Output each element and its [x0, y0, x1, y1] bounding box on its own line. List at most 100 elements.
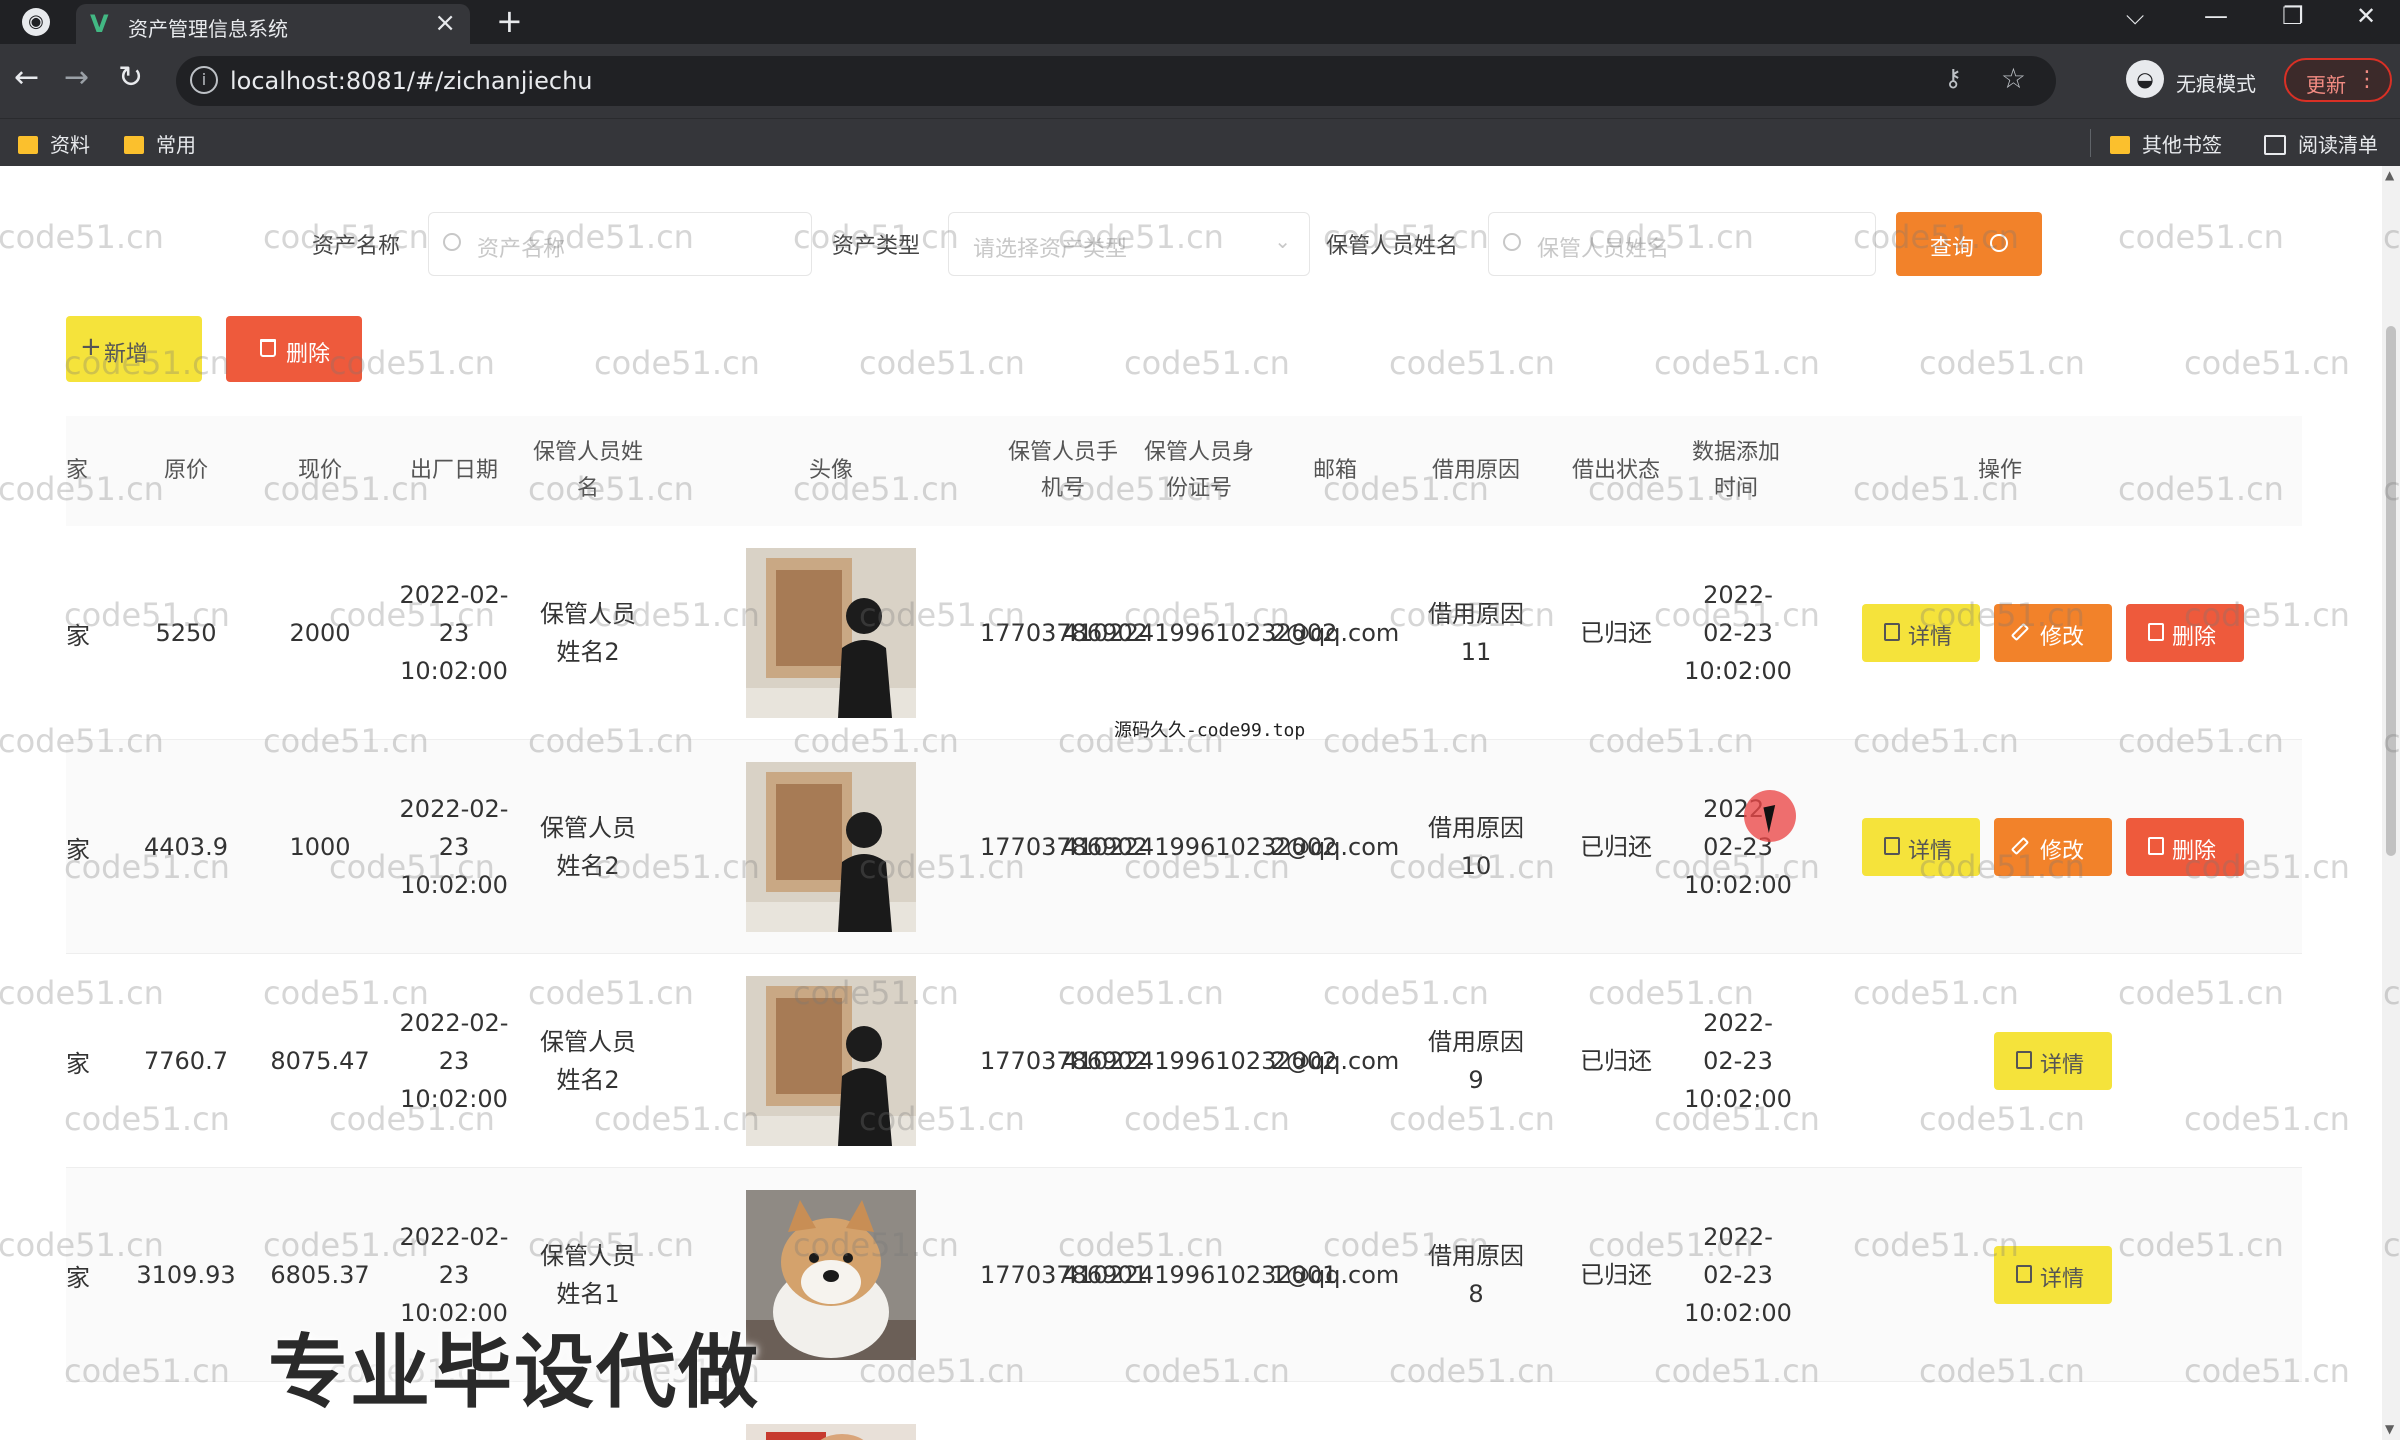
bookmark-star-icon[interactable]: ☆ [2001, 62, 2026, 95]
avatar-image[interactable] [746, 762, 916, 932]
bookmark-label: 常用 [156, 133, 196, 157]
cell-current-price: 1000 [289, 833, 351, 861]
cell-factory: 家 [66, 621, 90, 650]
reading-list[interactable]: 阅读清单 [2264, 129, 2378, 158]
bookmark-other[interactable]: 其他书签 [2110, 129, 2222, 158]
tab-close-icon[interactable]: × [434, 8, 456, 38]
person-photo [746, 976, 916, 1146]
add-button[interactable]: + 新增 [66, 316, 202, 382]
header-keeper-name: 保管人员姓名 [532, 440, 643, 501]
key-icon[interactable]: ⚷ [1944, 64, 1962, 92]
watermark-text: code51.cn [2118, 218, 2284, 256]
avatar-image[interactable] [746, 1424, 916, 1440]
tab-title: 资产管理信息系统 [128, 17, 288, 41]
cell-added-time: 2022-02-23 10:02:00 [1684, 795, 1792, 899]
detail-button[interactable]: 详情 [1862, 818, 1980, 876]
avatar-image[interactable] [746, 548, 916, 718]
bookmark-label: 阅读清单 [2298, 133, 2378, 157]
cell-borrow-reason: 借用原因10 [1428, 814, 1524, 880]
scroll-up-icon[interactable]: ▲ [2385, 168, 2394, 182]
cell-keeper-id: 410224199610232002 [1062, 1047, 1338, 1075]
trash-icon [2148, 623, 2164, 641]
minimize-icon[interactable]: — [2204, 2, 2228, 30]
avatar-image[interactable] [746, 976, 916, 1146]
edit-button[interactable]: 修改 [1994, 818, 2112, 876]
watermark-text: code51.cn [2184, 344, 2350, 382]
search-icon [1503, 233, 1521, 251]
incognito-icon: ◒ [2126, 60, 2164, 98]
new-tab-icon[interactable]: + [496, 2, 523, 40]
cell-keeper-name: 保管人员姓名2 [540, 600, 636, 666]
back-icon[interactable]: ← [14, 60, 39, 95]
header-borrow-reason: 借用原因 [1431, 458, 1520, 483]
forward-icon[interactable]: → [64, 60, 89, 95]
cell-keeper-id: 410224199610232001 [1062, 1261, 1338, 1289]
detail-label: 详情 [2040, 1267, 2085, 1292]
doc-icon [2016, 1051, 2032, 1069]
scroll-thumb[interactable] [2386, 326, 2396, 856]
restore-icon[interactable]: ❐ [2282, 2, 2304, 30]
cell-borrow-status: 已归还 [1580, 619, 1652, 647]
delete-button[interactable]: 删除 [2126, 604, 2244, 662]
reload-icon[interactable]: ↻ [118, 60, 143, 95]
url-text[interactable]: localhost:8081/#/zichanjiechu [230, 67, 592, 95]
asset-type-label: 资产类型 [832, 234, 921, 259]
browser-tab[interactable]: V 资产管理信息系统 × [76, 4, 470, 44]
update-label: 更新 [2306, 73, 2346, 97]
cell-factory: 家 [66, 1049, 90, 1078]
header-avatar: 头像 [808, 458, 853, 483]
browser-tab-bar: ◉ V 资产管理信息系统 × + ⌵ — ❐ ✕ [0, 0, 2400, 44]
keeper-name-label: 保管人员姓名 [1326, 234, 1459, 259]
browser-menu-icon[interactable]: ◉ [22, 8, 50, 36]
keeper-name-input[interactable]: 保管人员姓名 [1488, 212, 1876, 276]
bookmark-folder-ziliao[interactable]: 资料 [18, 129, 90, 158]
tab-search-chevron-icon[interactable]: ⌵ [2126, 2, 2144, 30]
detail-button[interactable]: 详情 [1994, 1032, 2112, 1090]
delete-button[interactable]: 删除 [2126, 818, 2244, 876]
person-photo [746, 762, 916, 932]
plus-icon: + [80, 332, 102, 362]
cell-email: 2@qq.com [1270, 1047, 1400, 1075]
watermark-text: code51.cn [1919, 344, 2085, 382]
detail-label: 详情 [1908, 839, 1953, 864]
edit-button[interactable]: 修改 [1994, 604, 2112, 662]
cell-original-price: 7760.7 [144, 1047, 228, 1075]
cell-borrow-status: 已归还 [1580, 1261, 1652, 1289]
asset-type-select[interactable]: 请选择资产类型 ⌄ [948, 212, 1310, 276]
bookmarks-bar: 资料 常用 其他书签 阅读清单 [0, 118, 2400, 166]
pencil-icon [2010, 836, 2030, 856]
header-factory: 家 [66, 458, 89, 483]
reading-list-icon [2264, 135, 2286, 155]
table-header: 家 原价 现价 出厂日期 保管人员姓名 头像 保管人员手机号 保管人员身份证号 … [66, 416, 2302, 526]
page-scrollbar[interactable]: ▲ ▼ [2382, 166, 2400, 1440]
detail-button[interactable]: 详情 [1862, 604, 1980, 662]
site-info-icon[interactable]: i [190, 66, 218, 94]
cell-original-price: 3109.93 [136, 1261, 236, 1289]
query-button[interactable]: 查询 [1896, 212, 2042, 276]
page-content: 资产名称 资产名称 资产类型 请选择资产类型 ⌄ 保管人员姓名 保管人员姓名 查… [0, 166, 2400, 1440]
batch-delete-button[interactable]: 删除 [226, 316, 362, 382]
cell-original-price: 5250 [155, 619, 217, 647]
watermark-text: code51.cn [1654, 344, 1820, 382]
update-button[interactable]: 更新 ⋮ [2284, 58, 2392, 102]
asset-name-label: 资产名称 [312, 234, 401, 259]
header-keeper-id: 保管人员身份证号 [1144, 440, 1255, 501]
cell-borrow-status: 已归还 [1580, 1047, 1652, 1075]
video-subtitle: 源码久久-code99.top [1114, 720, 1306, 741]
incognito-label: 无痕模式 [2176, 72, 2256, 96]
more-vert-icon: ⋮ [2356, 67, 2378, 92]
bookmark-folder-changyong[interactable]: 常用 [124, 129, 196, 158]
watermark-text: code51.cn [859, 344, 1025, 382]
asset-name-input[interactable]: 资产名称 [428, 212, 812, 276]
table-row: 家 4403.9 1000 2022-02-23 10:02:00 保管人员姓名… [66, 740, 2302, 954]
delete-label: 删除 [2172, 625, 2217, 650]
url-box[interactable]: i localhost:8081/#/zichanjiechu ⚷ ☆ [176, 56, 2056, 106]
window-close-icon[interactable]: ✕ [2356, 2, 2376, 30]
folder-icon [124, 136, 144, 154]
scroll-down-icon[interactable]: ▼ [2385, 1422, 2394, 1436]
asset-type-placeholder: 请选择资产类型 [973, 237, 1128, 262]
detail-button[interactable]: 详情 [1994, 1246, 2112, 1304]
bookmarks-divider [2090, 129, 2091, 157]
cell-email: 1@qq.com [1270, 1261, 1400, 1289]
avatar-image[interactable] [746, 1190, 916, 1360]
